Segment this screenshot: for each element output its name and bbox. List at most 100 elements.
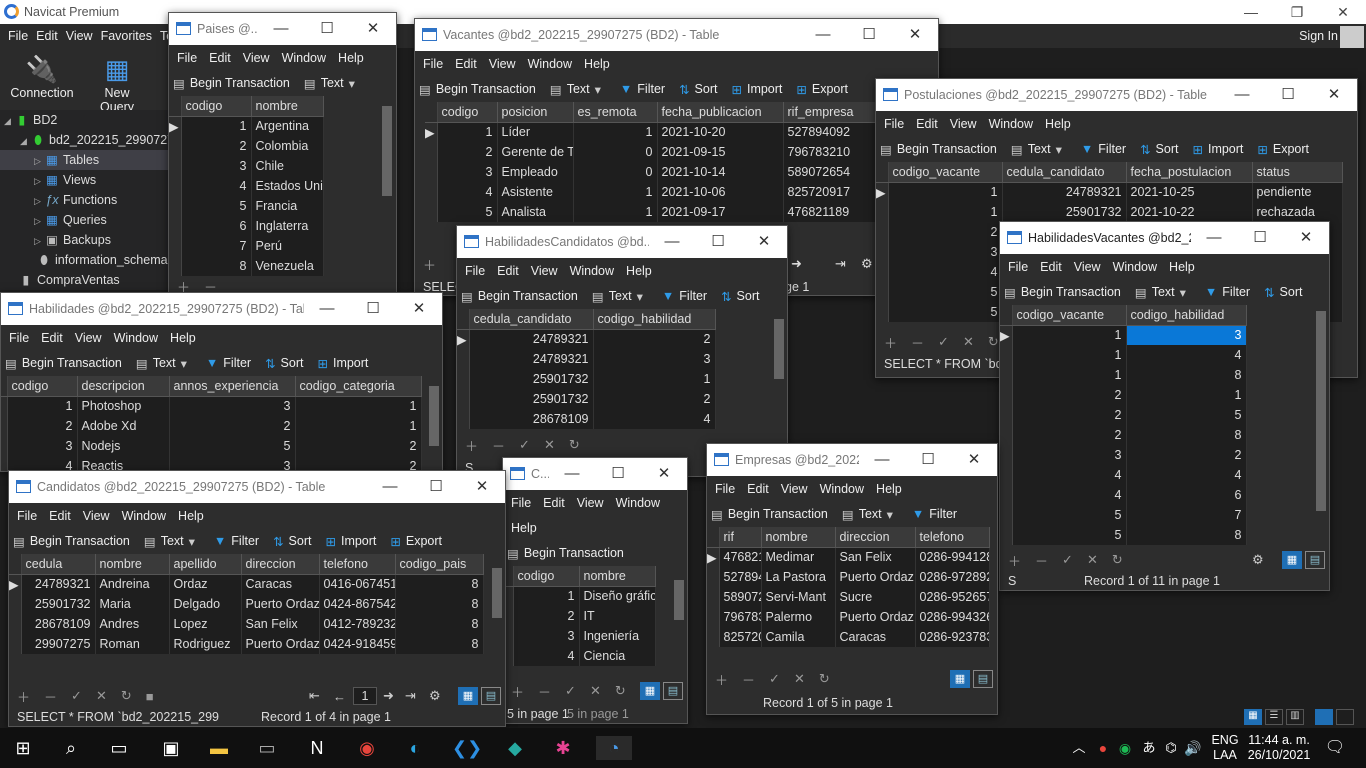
vertical-scrollbar[interactable] (671, 566, 687, 676)
cell[interactable]: 0286-9526572 (915, 587, 990, 607)
cell[interactable]: 2 (1012, 385, 1127, 405)
text-button[interactable]: ▤ Text ▾ (304, 76, 360, 91)
table-row[interactable]: 44 (1000, 465, 1247, 485)
cell[interactable]: 24789321 (1002, 182, 1127, 202)
column-header[interactable]: cedula (21, 554, 96, 575)
delete-record-icon[interactable]: － (911, 333, 924, 352)
column-header[interactable]: codigo_pais (395, 554, 484, 575)
table-row[interactable]: ▶ 24789321 2 (457, 329, 716, 349)
column-header[interactable]: nombre (579, 566, 656, 587)
windows-start-icon[interactable]: ⊞ (10, 736, 36, 760)
minimize-button[interactable]: — (367, 471, 413, 503)
menu-help[interactable]: Help (172, 509, 210, 523)
menu-window[interactable]: Window (564, 264, 620, 278)
menu-edit[interactable]: Edit (741, 482, 775, 496)
column-header[interactable]: telefono (915, 527, 990, 548)
menu-window[interactable]: Window (983, 117, 1039, 131)
cell[interactable]: Empleado (497, 162, 574, 182)
begin-transaction-button[interactable]: ▤ Begin Transaction (880, 142, 997, 157)
settings-icon[interactable]: ⚙ (429, 688, 441, 704)
cell[interactable]: Asistente (497, 182, 574, 202)
menu-edit[interactable]: Edit (203, 51, 237, 65)
menu-edit[interactable]: Edit (35, 331, 69, 345)
menu-edit[interactable]: Edit (1034, 260, 1068, 274)
nav-views[interactable]: ▷ ▦ Views (34, 170, 96, 190)
add-record-icon[interactable]: ＋ (884, 333, 897, 352)
cell[interactable]: Maria (95, 594, 170, 614)
nav-database[interactable]: ◢ ⬮ bd2_202215_29907275 (20, 130, 181, 150)
cell[interactable]: Rodriguez (169, 634, 242, 654)
minimize-button[interactable]: — (1219, 79, 1265, 111)
menu-view[interactable]: View (77, 509, 116, 523)
cell[interactable]: Diseño gráfic (579, 586, 656, 606)
table-row[interactable]: ▶ 1 24789321 2021-10-25 pendiente (876, 182, 1343, 202)
clock[interactable]: 11:44 a. m. 26/10/2021 (1246, 733, 1312, 763)
import-button[interactable]: ⊞ Import (317, 356, 368, 371)
cell[interactable]: 2 (888, 222, 1003, 242)
discard-icon[interactable]: ✕ (544, 437, 555, 453)
close-button[interactable]: ✕ (459, 471, 505, 503)
cell[interactable]: 2021-09-17 (657, 202, 784, 222)
text-button[interactable]: ▤ Text ▾ (1135, 285, 1191, 300)
table-row[interactable]: 28678109AndresLopezSan Felix0412-7892321… (9, 614, 484, 634)
maximize-button[interactable]: ☐ (1237, 222, 1283, 254)
import-button[interactable]: ⊞ Import (731, 82, 782, 97)
cell[interactable]: Analista (497, 202, 574, 222)
cell[interactable]: San Felix (835, 547, 916, 567)
minimize-button[interactable]: — (549, 458, 595, 490)
cell[interactable]: 2021-10-06 (657, 182, 784, 202)
nav-information-schema[interactable]: ⬮ information_schema (36, 250, 168, 270)
menu-file[interactable]: File (11, 509, 43, 523)
table-row[interactable]: 1 Diseño gráfic (503, 586, 656, 606)
cell[interactable]: 28678109 (469, 409, 594, 429)
refresh-icon[interactable]: ↻ (1112, 552, 1123, 568)
cell[interactable]: 3 (1012, 445, 1127, 465)
cell[interactable]: Andreina (95, 574, 170, 594)
add-record-icon[interactable]: ＋ (1008, 551, 1021, 570)
cell[interactable]: 2021-10-20 (657, 122, 784, 142)
menu-help[interactable]: Help (1039, 117, 1077, 131)
cell[interactable]: 25901732 (1002, 202, 1127, 222)
table-row[interactable]: 3 Ingeniería (503, 626, 656, 646)
notifications-icon[interactable]: 🗨 (1322, 736, 1348, 760)
cell[interactable]: 476821 (719, 547, 762, 567)
cell[interactable]: 4 (1126, 345, 1247, 365)
info-panel-icon[interactable] (1336, 709, 1354, 725)
refresh-icon[interactable]: ↻ (615, 683, 626, 699)
table-row[interactable]: 2 Gerente de TI 0 2021-09-15 796783210 (425, 142, 906, 162)
minimize-button[interactable]: — (304, 293, 350, 325)
filter-button[interactable]: ▼ Filter (1205, 285, 1250, 299)
volume-icon[interactable]: 🔊 (1180, 736, 1206, 760)
cell[interactable]: 5 (888, 282, 1003, 302)
begin-transaction-button[interactable]: ▤ Begin Transaction (173, 76, 290, 91)
menu-file[interactable]: File (878, 117, 910, 131)
nav-backups[interactable]: ▷ ▣ Backups (34, 230, 111, 250)
export-button[interactable]: ⊞ Export (796, 82, 848, 97)
table-row[interactable]: 527894La PastoraPuerto Ordaz0286-9728922 (707, 567, 990, 587)
cell[interactable]: Chile (251, 156, 324, 176)
cell[interactable]: Puerto Ordaz (835, 607, 916, 627)
cell[interactable]: 2 (295, 436, 422, 456)
table-row[interactable]: 3 Empleado 0 2021-10-14 589072654 (425, 162, 906, 182)
table-row[interactable]: 25901732 Maria Delgado Puerto Ordaz 0424-867… (9, 594, 484, 614)
table-row[interactable]: 796783PalermoPuerto Ordaz0286-9943267 (707, 607, 990, 627)
cell[interactable]: 1 (573, 202, 658, 222)
table-row[interactable]: 24789321 3 (457, 349, 716, 369)
column-header[interactable]: fecha_publicacion (657, 102, 784, 123)
cell[interactable]: Adobe Xd (77, 416, 170, 436)
cell[interactable]: 4 (1012, 465, 1127, 485)
menu-edit[interactable]: Edit (43, 509, 77, 523)
cell[interactable]: 2 (1012, 405, 1127, 425)
begin-transaction-button[interactable]: ▤ Begin Transaction (711, 507, 828, 522)
cell[interactable]: 1 (1012, 345, 1127, 365)
language-indicator[interactable]: ENG LAA (1206, 733, 1244, 763)
delete-record-icon[interactable]: － (44, 687, 57, 706)
maximize-button[interactable]: ☐ (905, 444, 951, 476)
sort-button[interactable]: ⇅ Sort (1264, 285, 1302, 300)
cell[interactable]: 4 (513, 646, 580, 666)
detail-view-icon[interactable]: ☰ (1265, 709, 1283, 725)
menu-help[interactable]: Help (505, 521, 543, 535)
cell[interactable]: 1 (573, 122, 658, 142)
cell[interactable]: 24789321 (469, 329, 594, 349)
menu-view[interactable]: View (237, 51, 276, 65)
